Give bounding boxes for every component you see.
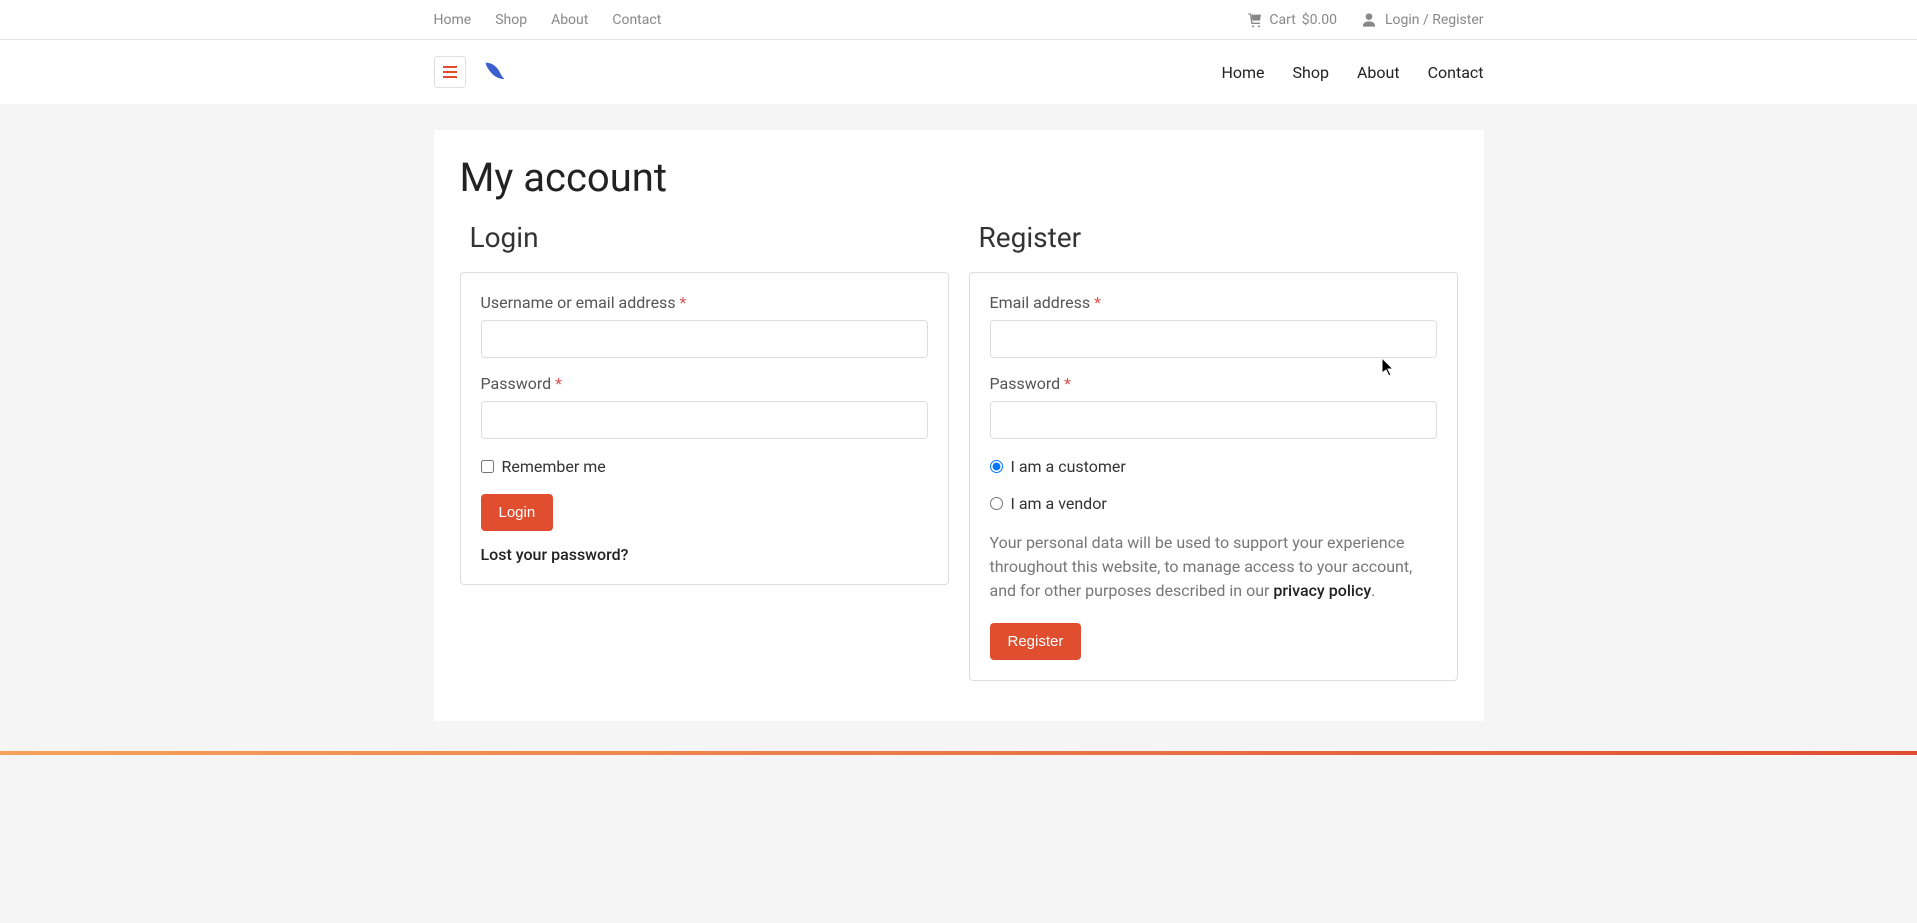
register-password-row: Password * [990, 374, 1437, 439]
login-form-box: Username or email address * Password * R… [460, 272, 949, 585]
register-password-input[interactable] [990, 401, 1437, 439]
login-password-row: Password * [481, 374, 928, 439]
vendor-radio[interactable] [990, 497, 1003, 510]
register-email-input[interactable] [990, 320, 1437, 358]
top-right-area: Cart $0.00 Login / Register [1247, 12, 1483, 28]
bird-logo-icon [481, 58, 509, 86]
login-password-label: Password * [481, 374, 928, 393]
main-header: Home Shop About Contact [0, 40, 1917, 104]
top-bar-inner: Home Shop About Contact Cart $0.00 Login… [434, 12, 1484, 28]
top-bar: Home Shop About Contact Cart $0.00 Login… [0, 0, 1917, 40]
login-column: Login Username or email address * Passwo… [460, 221, 949, 681]
login-username-label-text: Username or email address [481, 293, 680, 312]
privacy-policy-link[interactable]: privacy policy [1273, 581, 1371, 600]
remember-me-row: Remember me [481, 457, 928, 476]
header-left [434, 56, 510, 88]
footer-gradient-bar [0, 751, 1917, 755]
login-username-input[interactable] [481, 320, 928, 358]
vendor-radio-row: I am a vendor [990, 494, 1437, 513]
hamburger-icon [443, 66, 457, 78]
hamburger-menu-button[interactable] [434, 56, 466, 88]
account-columns: Login Username or email address * Passwo… [460, 221, 1458, 681]
top-navigation: Home Shop About Contact [434, 12, 662, 28]
main-nav-about[interactable]: About [1357, 63, 1400, 82]
required-asterisk: * [680, 293, 687, 312]
login-password-input[interactable] [481, 401, 928, 439]
register-email-row: Email address * [990, 293, 1437, 358]
lost-password-link[interactable]: Lost your password? [481, 545, 928, 564]
main-header-inner: Home Shop About Contact [434, 56, 1484, 88]
top-nav-about[interactable]: About [551, 12, 588, 28]
required-asterisk: * [1064, 374, 1071, 393]
login-register-link[interactable]: Login / Register [1361, 12, 1484, 28]
customer-radio-label: I am a customer [1011, 457, 1126, 476]
required-asterisk: * [555, 374, 562, 393]
main-navigation: Home Shop About Contact [1221, 63, 1483, 82]
register-email-label: Email address * [990, 293, 1437, 312]
user-icon [1361, 12, 1377, 28]
cart-label: Cart [1269, 12, 1295, 28]
login-username-row: Username or email address * [481, 293, 928, 358]
top-nav-contact[interactable]: Contact [612, 12, 661, 28]
login-username-label: Username or email address * [481, 293, 928, 312]
remember-me-label: Remember me [502, 457, 606, 476]
register-button[interactable]: Register [990, 623, 1082, 660]
cart-link[interactable]: Cart $0.00 [1247, 12, 1337, 28]
top-nav-home[interactable]: Home [434, 12, 472, 28]
cart-icon [1247, 12, 1263, 28]
login-password-label-text: Password [481, 374, 556, 393]
register-column: Register Email address * Password * I [969, 221, 1458, 681]
vendor-radio-label: I am a vendor [1011, 494, 1107, 513]
register-password-label: Password * [990, 374, 1437, 393]
register-password-label-text: Password [990, 374, 1065, 393]
privacy-text-part2: . [1371, 581, 1375, 600]
customer-radio[interactable] [990, 460, 1003, 473]
remember-me-checkbox[interactable] [481, 460, 494, 473]
privacy-policy-text: Your personal data will be used to suppo… [990, 531, 1437, 603]
login-button[interactable]: Login [481, 494, 554, 531]
main-nav-contact[interactable]: Contact [1428, 63, 1484, 82]
register-form-box: Email address * Password * I am a custom… [969, 272, 1458, 681]
cart-price: $0.00 [1302, 12, 1337, 28]
login-register-text: Login / Register [1385, 12, 1484, 28]
register-email-label-text: Email address [990, 293, 1095, 312]
main-nav-shop[interactable]: Shop [1293, 63, 1329, 82]
required-asterisk: * [1094, 293, 1101, 312]
page-content: My account Login Username or email addre… [434, 130, 1484, 721]
main-nav-home[interactable]: Home [1221, 63, 1264, 82]
page-title: My account [460, 154, 1458, 201]
login-heading: Login [460, 221, 949, 254]
customer-radio-row: I am a customer [990, 457, 1437, 476]
register-heading: Register [969, 221, 1458, 254]
site-logo[interactable] [480, 57, 510, 87]
top-nav-shop[interactable]: Shop [495, 12, 527, 28]
